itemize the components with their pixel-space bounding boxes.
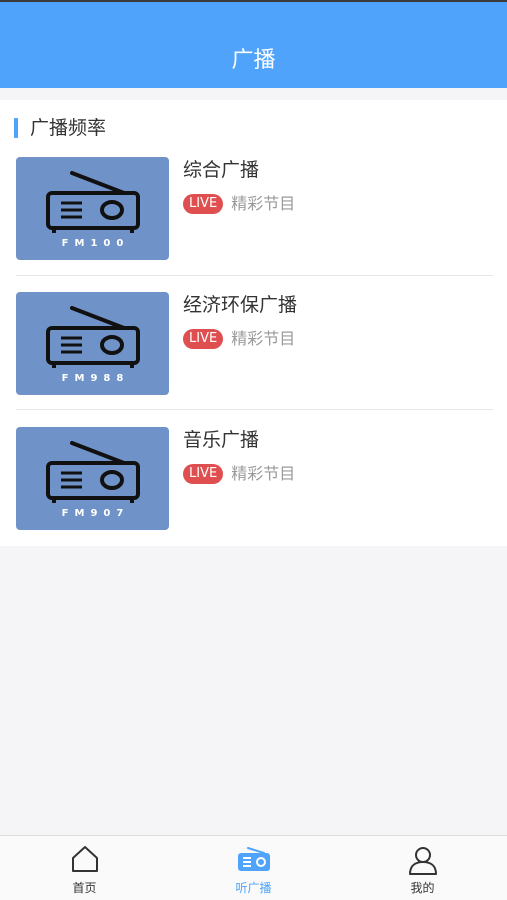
radio-icon [237, 847, 270, 871]
tab-home[interactable]: 首页 [0, 836, 169, 900]
station-item[interactable]: FM988 经济环保广播 LIVE 精彩节目 [0, 292, 507, 427]
station-name: 经济环保广播 [183, 294, 298, 316]
live-badge: LIVE [183, 464, 224, 484]
station-thumbnail: FM100 [16, 157, 169, 260]
app-header: 广播 [0, 0, 507, 88]
section-title: 广播频率 [30, 117, 107, 139]
live-badge: LIVE [183, 329, 224, 349]
station-frequency: FM988 [61, 373, 130, 384]
station-name: 音乐广播 [183, 429, 260, 451]
station-frequency: FM907 [61, 508, 130, 519]
tab-label: 我的 [410, 881, 435, 895]
station-name: 综合广播 [183, 159, 260, 181]
station-meta: LIVE 精彩节目 [183, 194, 295, 214]
station-item[interactable]: FM907 音乐广播 LIVE 精彩节目 [0, 427, 507, 562]
station-thumbnail: FM907 [16, 427, 169, 530]
station-desc: 精彩节目 [231, 329, 296, 348]
section-header: 广播频率 [14, 116, 106, 140]
section-accent-bar [14, 118, 18, 138]
live-badge: LIVE [183, 194, 224, 214]
page-title: 广播 [231, 48, 276, 73]
station-item[interactable]: FM100 综合广播 LIVE 精彩节目 [0, 157, 507, 292]
station-desc: 精彩节目 [231, 464, 296, 483]
user-icon [408, 847, 437, 875]
tab-radio[interactable]: 听广播 [169, 836, 338, 900]
tab-label: 首页 [72, 881, 97, 895]
divider [16, 409, 493, 410]
tab-profile[interactable]: 我的 [338, 836, 507, 900]
station-desc: 精彩节目 [231, 194, 296, 213]
station-thumbnail: FM988 [16, 292, 169, 395]
bottom-tab-bar: 首页 听广播 我的 [0, 835, 507, 900]
station-meta: LIVE 精彩节目 [183, 329, 295, 349]
station-list-section: 广播频率 FM100 综合广播 LIVE 精彩节目 FM988 经济环保广播 L… [0, 100, 507, 546]
station-meta: LIVE 精彩节目 [183, 464, 295, 484]
divider [16, 275, 493, 276]
home-icon [71, 846, 98, 872]
tab-label: 听广播 [235, 881, 272, 895]
station-frequency: FM100 [61, 238, 130, 249]
